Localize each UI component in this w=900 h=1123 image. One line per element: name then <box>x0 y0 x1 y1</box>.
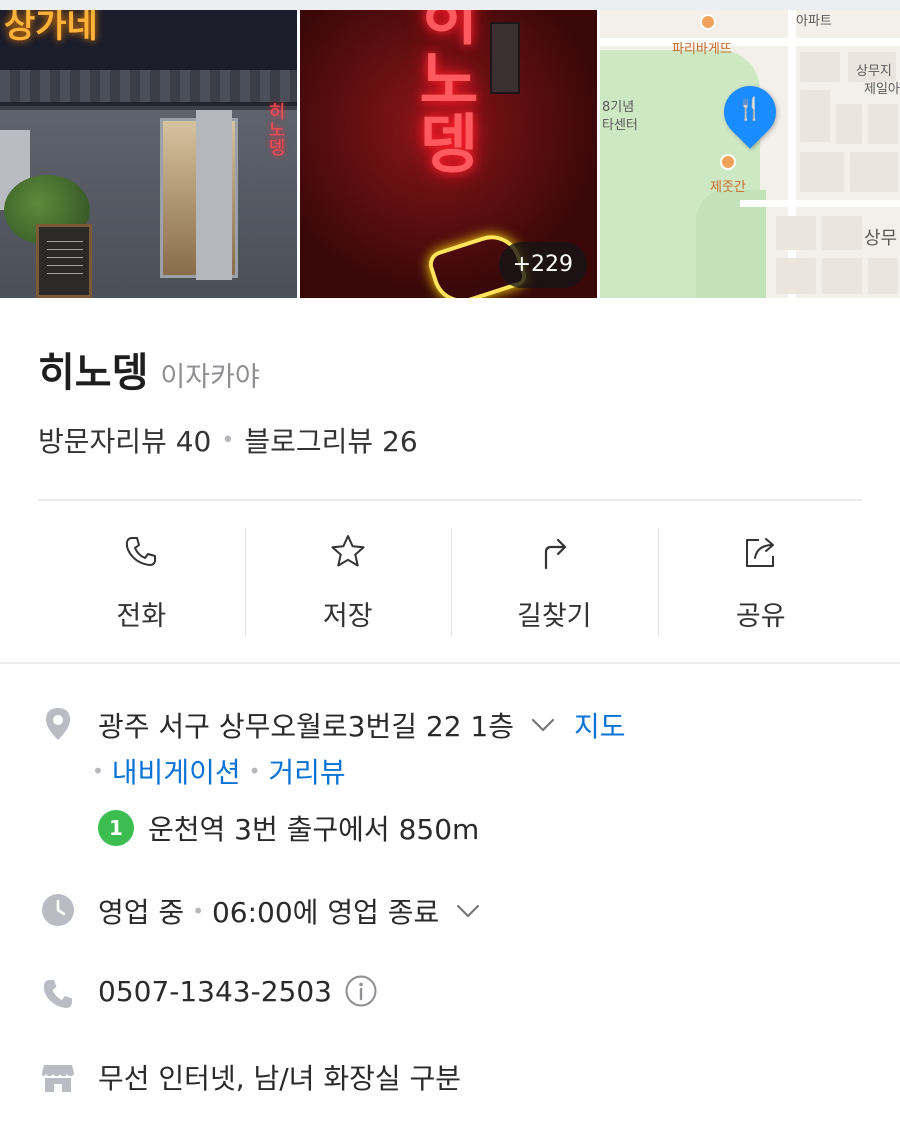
neon-sign-photo[interactable]: 히노뎅 +229 <box>300 10 597 298</box>
map-block <box>868 104 898 144</box>
map-thumbnail[interactable]: 아파트 파리바게뜨 상무지 제일아 8기념 타센터 제줏간 상무 🍴 <box>600 10 900 298</box>
map-label-sangmuji: 상무지 <box>856 64 892 79</box>
map-label-memorial: 8기념 <box>602 100 635 115</box>
streetview-link[interactable]: 거리뷰 <box>268 751 345 791</box>
call-label: 전화 <box>116 601 167 632</box>
chevron-down-icon[interactable] <box>528 710 558 740</box>
separator-dot: • <box>248 759 261 783</box>
title-row: 히노뎅 이자카야 <box>38 340 260 398</box>
map-block <box>822 216 862 250</box>
directions-button[interactable]: 길찾기 <box>451 528 658 636</box>
amenities-row: 무선 인터넷, 남/녀 화장실 구분 <box>98 1057 461 1097</box>
star-icon <box>331 535 365 567</box>
navigation-row: • 내비게이션 • 거리뷰 <box>92 751 346 791</box>
restaurant-icon: 🍴 <box>736 97 764 122</box>
status-strip <box>0 0 900 10</box>
address-row: 광주 서구 상무오월로3번길 22 1층 지도 <box>98 705 626 745</box>
share-label: 공유 <box>735 601 786 632</box>
save-label: 저장 <box>322 601 373 632</box>
call-button[interactable]: 전화 <box>38 528 245 636</box>
menu-board <box>36 224 92 298</box>
subway-row: 1 운천역 3번 출구에서 850m <box>98 808 479 848</box>
storefront-sign-text: 상가네 <box>4 10 98 46</box>
neon-sign-text: 히노뎅 <box>406 10 480 174</box>
more-photos-badge[interactable]: +229 <box>498 242 587 288</box>
map-poi-dot <box>700 14 716 30</box>
map-block <box>850 152 898 192</box>
storefront-neon-text: 히노뎅 <box>265 102 286 156</box>
blog-reviews-link[interactable]: 블로그리뷰 26 <box>244 420 417 460</box>
map-road <box>740 200 900 207</box>
separator-dot: • <box>221 427 235 453</box>
hours-detail: 06:00에 영업 종료 <box>211 896 440 929</box>
review-row: 방문자리뷰 40 • 블로그리뷰 26 <box>38 420 418 460</box>
subway-line-badge: 1 <box>98 810 134 846</box>
save-button[interactable]: 저장 <box>244 528 452 636</box>
map-label-jeil: 제일아 <box>864 82 900 97</box>
hours-status: 영업 중 <box>98 896 185 929</box>
navigation-link[interactable]: 내비게이션 <box>112 751 241 791</box>
amenities-text: 무선 인터넷, 남/녀 화장실 구분 <box>98 1062 462 1095</box>
info-icon[interactable] <box>344 974 378 1008</box>
visitor-reviews-link[interactable]: 방문자리뷰 40 <box>38 420 211 460</box>
map-road <box>600 38 900 46</box>
map-block <box>836 104 862 144</box>
map-block <box>800 90 830 142</box>
section-divider <box>0 662 900 664</box>
map-road <box>788 10 796 298</box>
roof-tiles <box>0 70 297 106</box>
hours-row[interactable]: 영업 중 • 06:00에 영업 종료 <box>98 891 483 931</box>
divider <box>38 499 862 501</box>
directions-icon <box>545 538 567 570</box>
phone-icon <box>43 980 72 1008</box>
neon-transformer-box <box>490 22 520 94</box>
map-block <box>822 258 862 294</box>
map-label-jejugan: 제줏간 <box>710 180 746 195</box>
map-label-paris: 파리바게뜨 <box>672 42 732 57</box>
map-label-center: 타센터 <box>602 118 638 133</box>
store-icon <box>42 1065 74 1092</box>
map-block <box>868 258 898 294</box>
open-door-panel <box>196 110 232 280</box>
storefront-signboard: 상가네 <box>0 10 297 70</box>
place-category: 이자카야 <box>160 362 260 393</box>
location-pin-icon <box>46 708 70 740</box>
subway-distance-text: 운천역 3번 출구에서 850m <box>148 813 480 846</box>
share-button[interactable]: 공유 <box>657 528 865 636</box>
photo-strip: 상가네 히노뎅 히노뎅 +229 아파트 파리바게뜨 상무지 제일아 8기념 타… <box>0 10 900 298</box>
phone-number[interactable]: 0507-1343-2503 <box>98 975 332 1008</box>
place-name: 히노뎅 <box>38 350 149 396</box>
map-block <box>776 216 816 250</box>
map-label-sangmu: 상무 <box>864 228 898 249</box>
map-block <box>800 152 844 192</box>
map-block <box>800 52 840 82</box>
address-text: 광주 서구 상무오월로3번길 22 1층 <box>98 710 514 743</box>
separator-dot: • <box>92 759 104 783</box>
map-label-apartment: 아파트 <box>796 14 832 29</box>
phone-icon <box>126 537 157 566</box>
map-poi-dot <box>720 154 736 170</box>
directions-label: 길찾기 <box>516 601 592 632</box>
map-link[interactable]: 지도 <box>574 705 626 745</box>
chevron-down-icon[interactable] <box>453 896 483 926</box>
clock-icon <box>42 894 74 926</box>
phone-row: 0507-1343-2503 <box>98 974 378 1008</box>
share-icon <box>745 538 774 567</box>
map-block <box>776 258 816 294</box>
action-bar: 전화 저장 길찾기 공유 <box>38 528 864 636</box>
separator-dot: • <box>192 899 204 923</box>
storefront-photo[interactable]: 상가네 히노뎅 <box>0 10 297 298</box>
